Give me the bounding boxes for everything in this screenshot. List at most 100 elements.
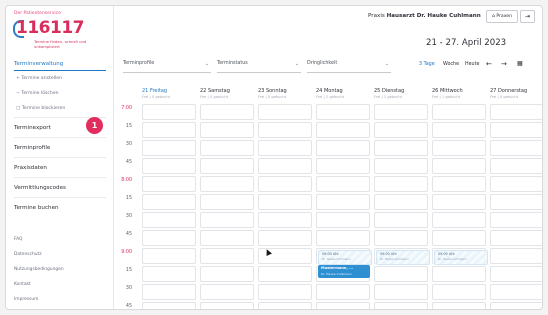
time-slot[interactable] xyxy=(490,302,542,309)
time-slot[interactable] xyxy=(432,284,486,300)
time-slot[interactable] xyxy=(258,158,312,174)
logo[interactable]: Der Patientenservice 116117 Termine find… xyxy=(13,11,92,49)
time-slot[interactable] xyxy=(374,122,428,138)
time-slot[interactable] xyxy=(490,230,542,246)
time-slot[interactable] xyxy=(374,140,428,156)
footer-link-impressum[interactable]: Impressum xyxy=(14,297,38,302)
time-slot[interactable] xyxy=(200,140,254,156)
time-slot[interactable] xyxy=(258,104,312,120)
time-slot[interactable] xyxy=(432,140,486,156)
time-slot[interactable] xyxy=(490,248,542,264)
time-slot[interactable] xyxy=(200,248,254,264)
time-slot[interactable] xyxy=(142,158,196,174)
time-slot[interactable] xyxy=(490,104,542,120)
view-heute[interactable]: Heute xyxy=(465,62,479,67)
time-slot[interactable] xyxy=(258,302,312,309)
time-slot[interactable] xyxy=(200,158,254,174)
time-slot[interactable] xyxy=(316,302,370,309)
appointment-mon-2[interactable]: Mustermann, ... Dr. Hauke Cuhlmann xyxy=(318,265,370,278)
nav-terminexport[interactable]: Terminexport xyxy=(14,125,51,131)
time-slot[interactable] xyxy=(142,176,196,192)
time-slot[interactable] xyxy=(374,104,428,120)
time-slot[interactable] xyxy=(200,194,254,210)
nav-vermittlungscodes[interactable]: Vermittlungscodes xyxy=(14,185,66,191)
time-slot[interactable] xyxy=(374,230,428,246)
time-slot[interactable] xyxy=(316,140,370,156)
time-slot[interactable] xyxy=(142,140,196,156)
appointment-tue[interactable]: 09:00 Uhr Dr. Hauke Cuhlmann xyxy=(376,250,430,265)
subnav-termine-blockieren[interactable]: ▢ Termine blockieren xyxy=(16,106,65,111)
time-slot[interactable] xyxy=(258,266,312,282)
footer-link-datenschutz[interactable]: Datenschutz xyxy=(14,252,42,257)
time-slot[interactable] xyxy=(490,284,542,300)
time-slot[interactable] xyxy=(432,212,486,228)
time-slot[interactable] xyxy=(316,284,370,300)
time-slot[interactable] xyxy=(374,158,428,174)
footer-link-nutzungsbedingungen[interactable]: Nutzungsbedingungen xyxy=(14,267,64,272)
time-slot[interactable] xyxy=(374,176,428,192)
time-slot[interactable] xyxy=(316,104,370,120)
time-slot[interactable] xyxy=(374,302,428,309)
time-slot[interactable] xyxy=(200,122,254,138)
time-slot[interactable] xyxy=(258,140,312,156)
time-slot[interactable] xyxy=(432,176,486,192)
time-slot[interactable] xyxy=(142,266,196,282)
time-slot[interactable] xyxy=(200,302,254,309)
time-slot[interactable] xyxy=(142,248,196,264)
next-arrow-icon[interactable]: → xyxy=(501,60,507,68)
time-slot[interactable] xyxy=(490,140,542,156)
time-slot[interactable] xyxy=(490,176,542,192)
time-slot[interactable] xyxy=(490,122,542,138)
footer-link-kontakt[interactable]: Kontakt xyxy=(14,282,31,287)
time-slot[interactable] xyxy=(316,176,370,192)
time-slot[interactable] xyxy=(490,212,542,228)
time-slot[interactable] xyxy=(142,230,196,246)
subnav-termine-loeschen[interactable]: − Termine löschen xyxy=(16,91,59,96)
nav-termine-buchen[interactable]: Termine buchen xyxy=(14,205,59,211)
time-slot[interactable] xyxy=(432,266,486,282)
time-slot[interactable] xyxy=(490,266,542,282)
calendar-icon[interactable]: ▦ xyxy=(517,60,523,67)
time-slot[interactable] xyxy=(432,158,486,174)
filter-terminprofile[interactable]: Terminprofile ⌄ xyxy=(123,61,211,73)
time-slot[interactable] xyxy=(142,212,196,228)
appointment-wed[interactable]: 09:00 Uhr Dr. Hauke Cuhlmann xyxy=(434,250,488,265)
view-3-tage[interactable]: 3 Tage xyxy=(419,62,435,67)
time-slot[interactable] xyxy=(142,284,196,300)
time-slot[interactable] xyxy=(490,194,542,210)
filter-dringlichkeit[interactable]: Dringlichkeit ⌄ xyxy=(307,61,391,73)
subnav-termine-anstellen[interactable]: + Termine anstellen xyxy=(16,76,62,81)
time-slot[interactable] xyxy=(374,212,428,228)
appointment-mon-1[interactable]: 09:00 Uhr Dr. Hauke Cuhlmann xyxy=(318,250,372,265)
time-slot[interactable] xyxy=(258,122,312,138)
prev-arrow-icon[interactable]: ← xyxy=(486,60,492,68)
time-slot[interactable] xyxy=(200,266,254,282)
time-slot[interactable] xyxy=(316,194,370,210)
time-slot[interactable] xyxy=(316,122,370,138)
time-slot[interactable] xyxy=(258,176,312,192)
footer-link-faq[interactable]: FAQ xyxy=(14,237,23,242)
time-slot[interactable] xyxy=(374,266,428,282)
time-slot[interactable] xyxy=(316,212,370,228)
view-woche[interactable]: Woche xyxy=(443,62,459,67)
time-slot[interactable] xyxy=(258,194,312,210)
time-slot[interactable] xyxy=(374,284,428,300)
time-slot[interactable] xyxy=(142,194,196,210)
time-slot[interactable] xyxy=(316,158,370,174)
time-slot[interactable] xyxy=(316,230,370,246)
time-slot[interactable] xyxy=(432,302,486,309)
time-slot[interactable] xyxy=(258,230,312,246)
praxen-button[interactable]: ⌂ Praxen xyxy=(486,10,518,23)
time-slot[interactable] xyxy=(258,284,312,300)
time-slot[interactable] xyxy=(258,212,312,228)
time-slot[interactable] xyxy=(432,230,486,246)
time-slot[interactable] xyxy=(490,158,542,174)
nav-praxisdaten[interactable]: Praxisdaten xyxy=(14,165,47,171)
time-slot[interactable] xyxy=(432,104,486,120)
time-slot[interactable] xyxy=(142,104,196,120)
time-slot[interactable] xyxy=(200,212,254,228)
time-slot[interactable] xyxy=(432,194,486,210)
time-slot[interactable] xyxy=(200,284,254,300)
time-slot[interactable] xyxy=(200,104,254,120)
time-slot[interactable] xyxy=(142,302,196,309)
